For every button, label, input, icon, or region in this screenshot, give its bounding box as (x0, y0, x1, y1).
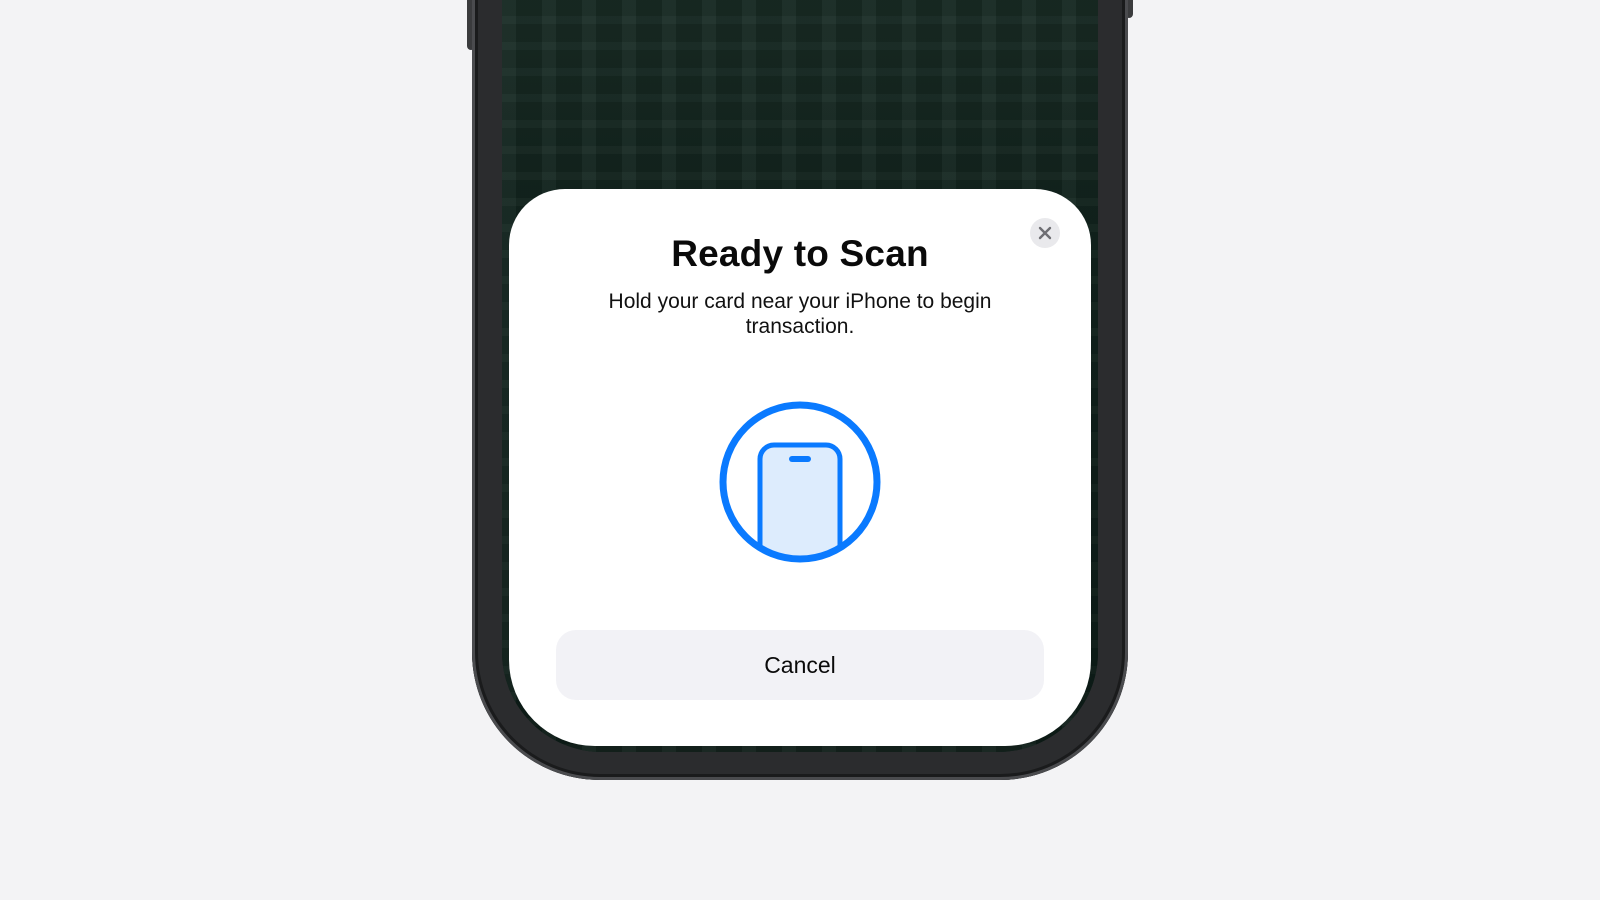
device-mockup: Ready to Scan Hold your card near your i… (0, 0, 1600, 900)
sheet-title: Ready to Scan (671, 233, 929, 274)
sheet-subtitle: Hold your card near your iPhone to begin… (608, 290, 992, 338)
cancel-button[interactable]: Cancel (556, 630, 1044, 700)
nfc-scan-sheet: Ready to Scan Hold your card near your i… (509, 189, 1091, 746)
iphone-in-circle-icon (719, 401, 881, 563)
